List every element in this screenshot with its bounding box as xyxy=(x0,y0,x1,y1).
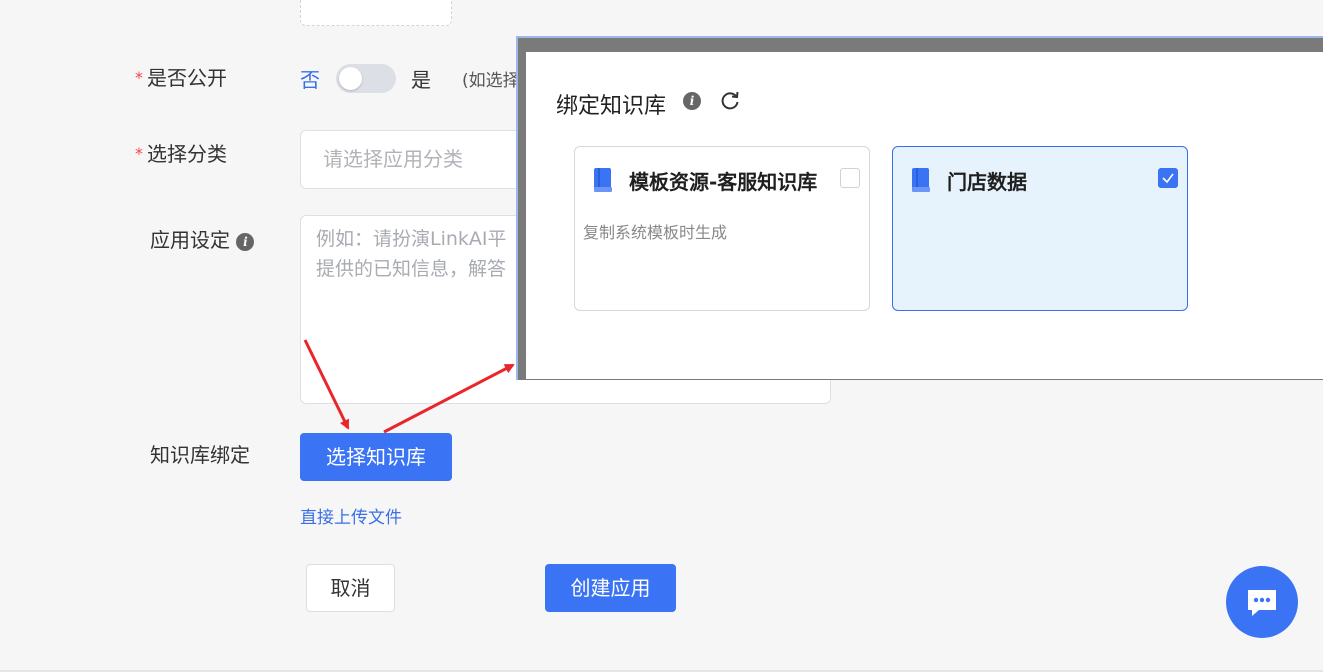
public-hint: (如选择 xyxy=(462,71,520,91)
public-label: 是否公开 xyxy=(147,66,227,90)
kb-card-desc: 复制系统模板时生成 xyxy=(583,223,728,242)
category-select[interactable]: 请选择应用分类 xyxy=(300,130,540,189)
required-mark: * xyxy=(135,68,143,87)
kb-card[interactable]: 门店数据 xyxy=(892,146,1188,311)
refresh-icon[interactable] xyxy=(719,90,741,117)
setting-label-row: 应用设定 i xyxy=(150,226,255,254)
info-icon[interactable]: i xyxy=(236,232,255,251)
select-kb-button[interactable]: 选择知识库 xyxy=(300,433,452,481)
create-app-page: * 是否公开 否 是 (如选择 * 选择分类 请选择应用分类 应用设定 i 例如：请… xyxy=(0,0,1323,672)
category-label: 选择分类 xyxy=(147,142,227,166)
public-no-label[interactable]: 否 xyxy=(300,64,320,93)
public-label-row: * 是否公开 xyxy=(135,64,227,92)
public-switch[interactable] xyxy=(336,64,396,93)
upload-file-link[interactable]: 直接上传文件 xyxy=(300,503,402,528)
kb-card-name: 模板资源-客服知识库 xyxy=(629,170,818,194)
category-label-row: * 选择分类 xyxy=(135,140,227,168)
create-app-button[interactable]: 创建应用 xyxy=(545,564,676,612)
chat-icon xyxy=(1248,590,1276,616)
dialog-title: 绑定知识库 xyxy=(556,94,667,119)
public-yes-label[interactable]: 是 xyxy=(411,64,431,93)
chat-button[interactable] xyxy=(1226,566,1298,638)
kb-card-checkbox[interactable] xyxy=(840,168,860,188)
book-icon xyxy=(910,167,932,197)
required-mark: * xyxy=(135,144,143,163)
switch-knob xyxy=(339,67,362,90)
kb-card-name: 门店数据 xyxy=(947,170,1027,194)
kb-card[interactable]: 模板资源-客服知识库 复制系统模板时生成 xyxy=(574,146,870,311)
check-icon xyxy=(1162,173,1174,184)
info-icon[interactable]: i xyxy=(683,92,701,110)
kb-label: 知识库绑定 xyxy=(150,443,250,467)
setting-label: 应用设定 xyxy=(150,228,230,252)
kb-card-checkbox[interactable] xyxy=(1158,168,1178,188)
book-icon xyxy=(592,167,614,197)
bind-kb-dialog: 绑定知识库 i 模板资源-客服知识库 复制系统模板时生成 门店数据 xyxy=(526,52,1323,379)
cancel-button[interactable]: 取消 xyxy=(306,564,395,612)
avatar-upload-box[interactable] xyxy=(300,0,452,26)
